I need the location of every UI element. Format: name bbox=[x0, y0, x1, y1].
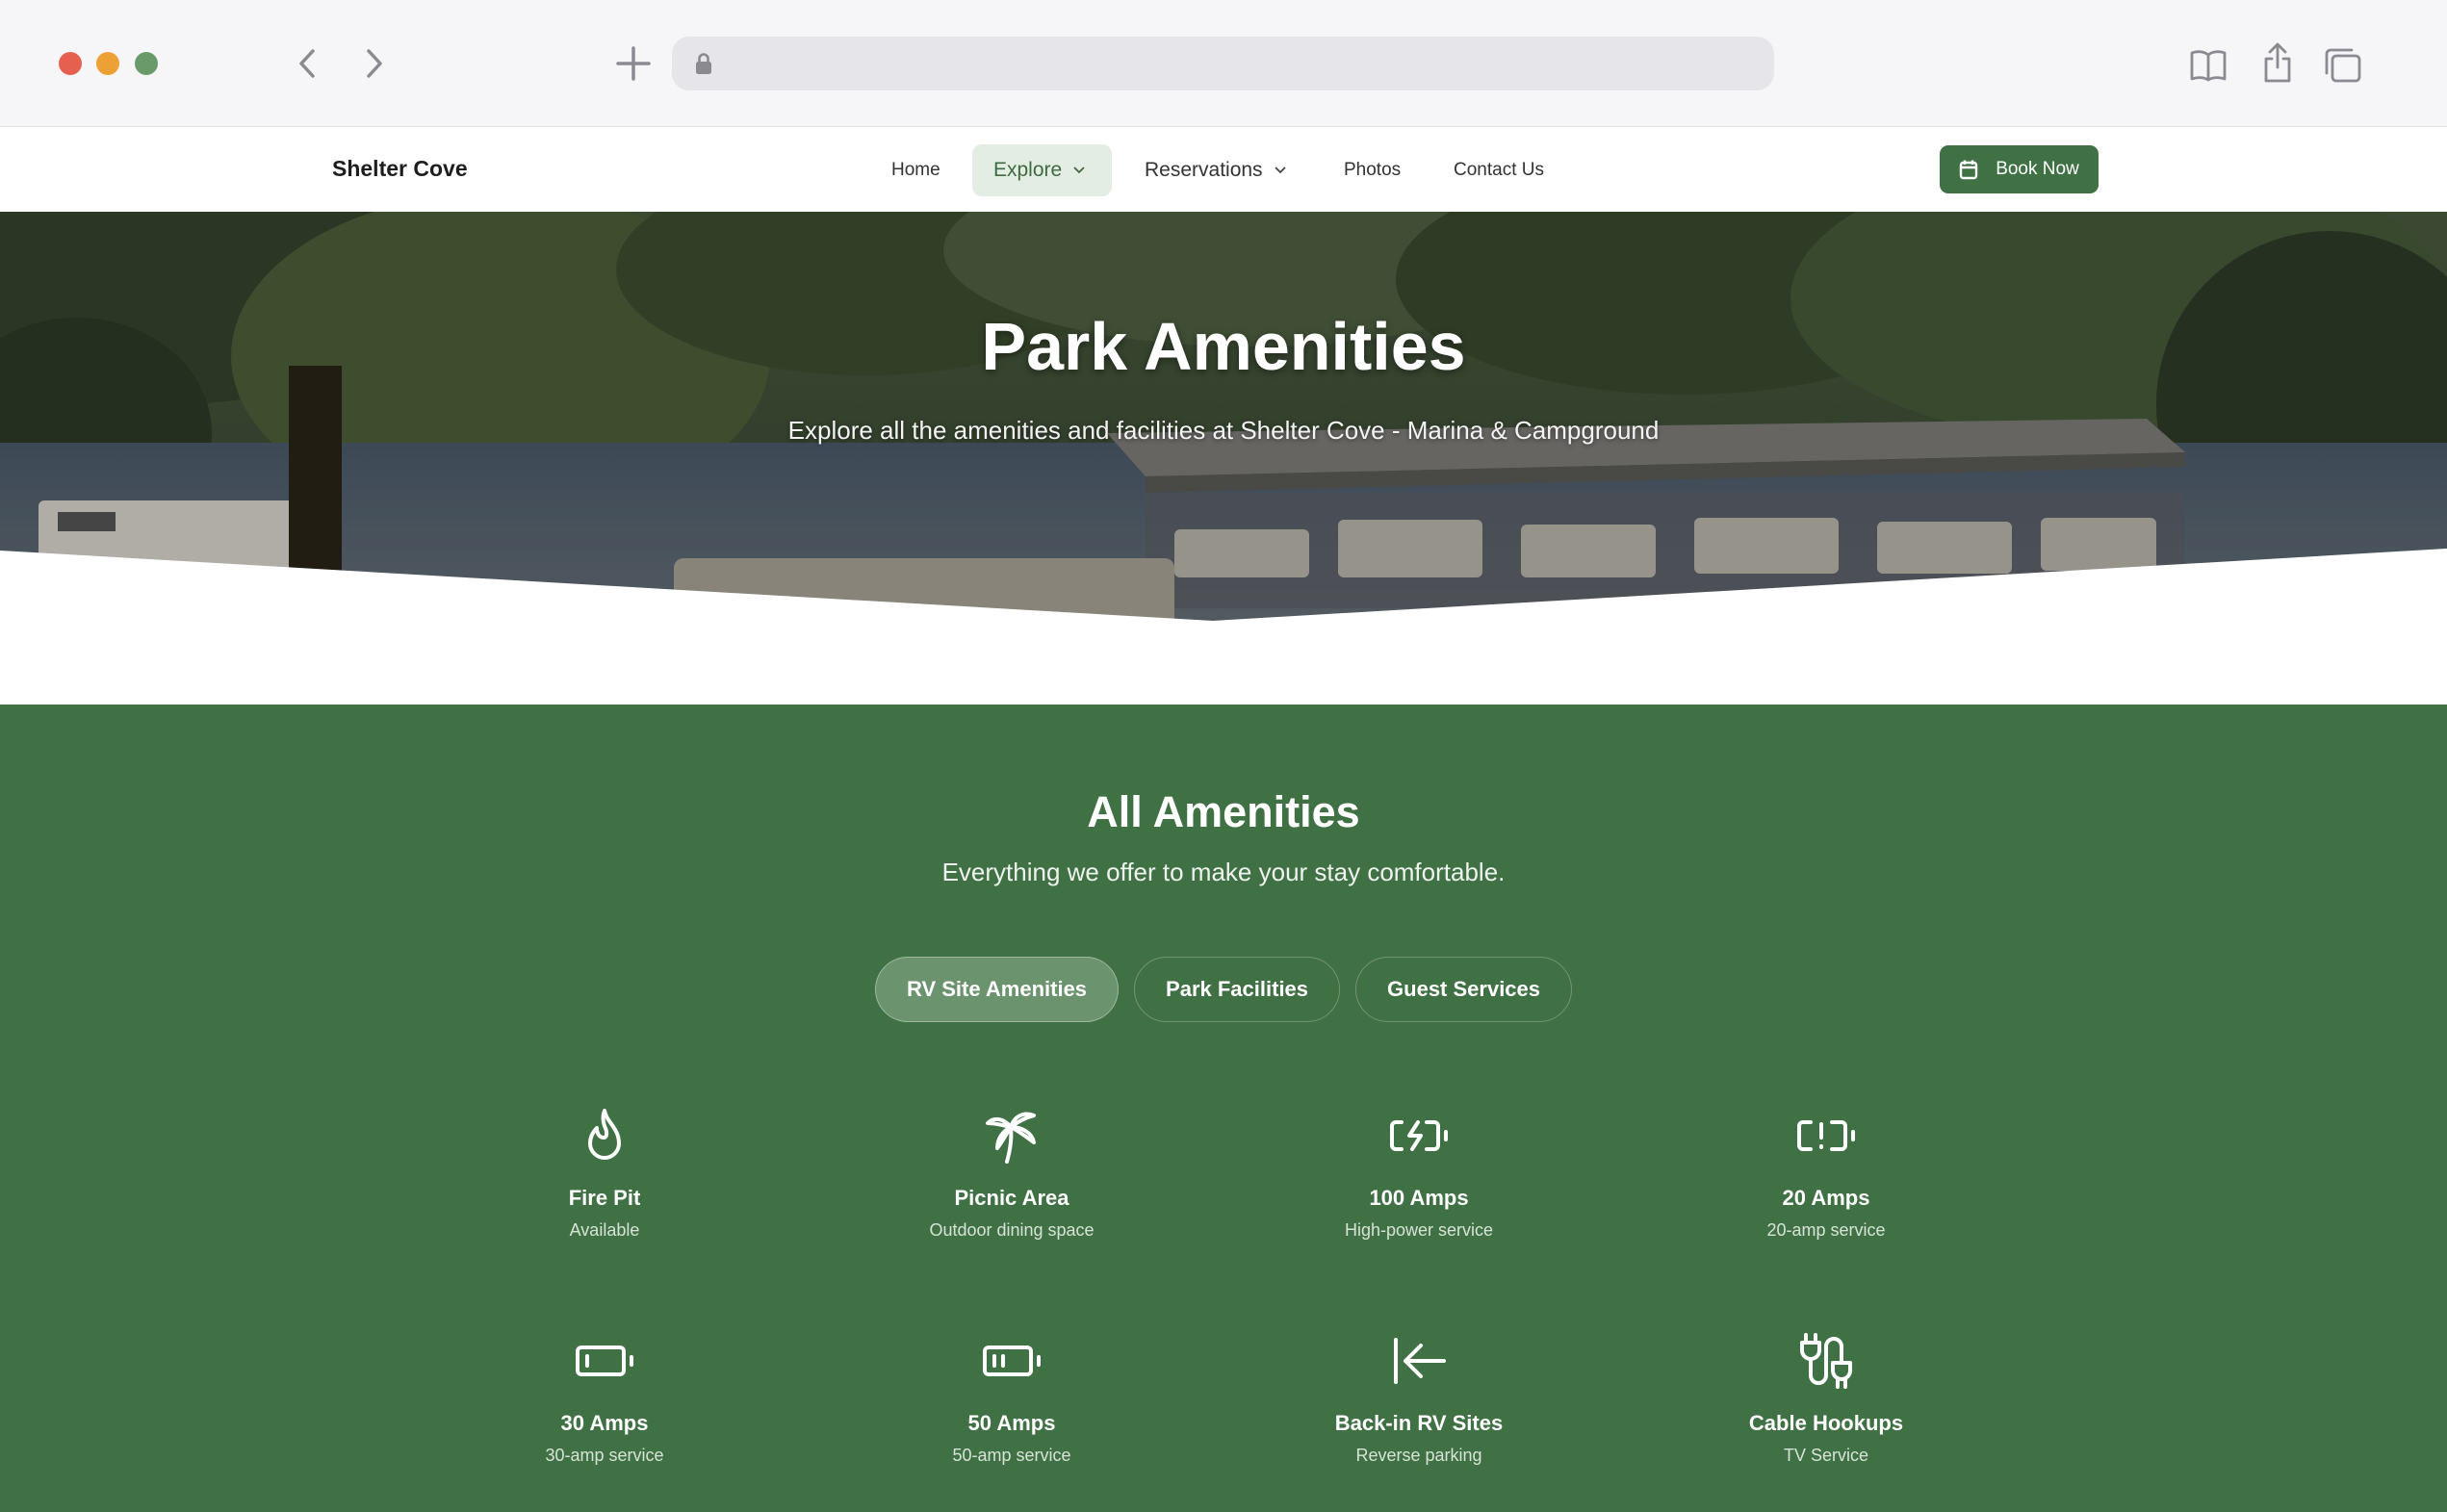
amenity-card: 20 Amps 20-amp service bbox=[1682, 1105, 1970, 1241]
amenity-card: 100 Amps High-power service bbox=[1275, 1105, 1563, 1241]
amenity-name: 100 Amps bbox=[1369, 1186, 1469, 1210]
amenity-card: 50 Amps 50-amp service bbox=[867, 1330, 1156, 1466]
section-subtitle: Everything we offer to make your stay co… bbox=[941, 858, 1506, 886]
nav-contact-label: Contact Us bbox=[1454, 160, 1544, 180]
chevron-left-icon bbox=[299, 49, 315, 78]
amenity-tabs: RV Site Amenities Park Facilities Guest … bbox=[0, 957, 2447, 1022]
nav-contact[interactable]: Contact Us bbox=[1432, 144, 1565, 196]
amenity-name: Cable Hookups bbox=[1748, 1411, 1904, 1435]
share-button[interactable] bbox=[2256, 38, 2299, 87]
close-window-button[interactable] bbox=[59, 52, 82, 75]
palm-tree-icon bbox=[986, 1112, 1036, 1164]
amenity-name: Fire Pit bbox=[568, 1186, 641, 1210]
amenity-name: 20 Amps bbox=[1782, 1186, 1870, 1210]
nav-home[interactable]: Home bbox=[870, 144, 962, 196]
amenities-section: All Amenities Everything we offer to mak… bbox=[0, 705, 2447, 1512]
section-title: All Amenities bbox=[1087, 787, 1360, 836]
amenity-card: Picnic Area Outdoor dining space bbox=[867, 1105, 1156, 1241]
chevron-down-icon bbox=[1274, 167, 1286, 174]
new-tab-button[interactable] bbox=[614, 44, 653, 83]
amenity-desc: 30-amp service bbox=[545, 1446, 664, 1465]
amenity-desc: Outdoor dining space bbox=[929, 1220, 1095, 1240]
tab-park-facilities[interactable]: Park Facilities bbox=[1134, 957, 1341, 1022]
hero-banner: Park Amenities Explore all the amenities… bbox=[0, 212, 2447, 705]
amenity-desc: 20-amp service bbox=[1766, 1220, 1886, 1240]
chevron-right-icon bbox=[367, 49, 382, 78]
back-button[interactable] bbox=[289, 44, 327, 83]
battery-low-icon bbox=[576, 1345, 633, 1376]
nav-photos-label: Photos bbox=[1344, 160, 1402, 180]
book-icon bbox=[2190, 50, 2227, 82]
share-icon bbox=[2264, 42, 2291, 83]
page-subtitle: Explore all the amenities and facilities… bbox=[787, 416, 1660, 445]
nav-reservations[interactable]: Reservations bbox=[1123, 144, 1307, 196]
tab-guest-services[interactable]: Guest Services bbox=[1355, 957, 1573, 1022]
book-now-label: Book Now bbox=[1996, 159, 2079, 179]
reader-button[interactable] bbox=[2187, 44, 2229, 87]
amenity-desc: 50-amp service bbox=[952, 1446, 1071, 1465]
tabs-icon bbox=[2325, 48, 2361, 83]
tab-rv-site-amenities[interactable]: RV Site Amenities bbox=[874, 957, 1120, 1022]
site-navbar: Shelter Cove Home Explore Reservations P… bbox=[0, 127, 2447, 212]
nav-reservations-label: Reservations bbox=[1145, 159, 1263, 181]
amenity-desc: TV Service bbox=[1783, 1446, 1869, 1465]
arrow-left-to-line-icon bbox=[1394, 1338, 1446, 1384]
flame-icon bbox=[588, 1109, 621, 1160]
forward-button[interactable] bbox=[354, 44, 393, 83]
chevron-down-icon bbox=[1073, 167, 1085, 174]
cable-icon bbox=[1800, 1333, 1852, 1389]
amenity-name: Picnic Area bbox=[954, 1186, 1069, 1210]
amenity-card: 30 Amps 30-amp service bbox=[460, 1330, 749, 1466]
amenity-name: 30 Amps bbox=[560, 1411, 649, 1435]
amenity-card: Back-in RV Sites Reverse parking bbox=[1275, 1330, 1563, 1466]
amenity-name: Back-in RV Sites bbox=[1334, 1411, 1504, 1435]
amenity-desc: High-power service bbox=[1344, 1220, 1494, 1240]
browser-chrome bbox=[0, 0, 2447, 127]
amenity-desc: Available bbox=[569, 1220, 640, 1240]
nav-photos[interactable]: Photos bbox=[1323, 144, 1422, 196]
brand-logo-text[interactable]: Shelter Cove bbox=[332, 156, 468, 182]
battery-medium-icon bbox=[983, 1345, 1041, 1376]
page-title: Park Amenities bbox=[981, 309, 1466, 384]
amenity-name: 50 Amps bbox=[967, 1411, 1056, 1435]
battery-warning-icon bbox=[1797, 1120, 1855, 1151]
amenity-card: Fire Pit Available bbox=[460, 1105, 749, 1241]
book-now-button[interactable]: Book Now bbox=[1940, 145, 2099, 193]
tabs-overview-button[interactable] bbox=[2320, 44, 2366, 87]
minimize-window-button[interactable] bbox=[96, 52, 119, 75]
maximize-window-button[interactable] bbox=[135, 52, 158, 75]
nav-explore[interactable]: Explore bbox=[972, 144, 1112, 196]
address-bar[interactable] bbox=[672, 37, 1774, 90]
amenity-desc: Reverse parking bbox=[1355, 1446, 1482, 1465]
nav-explore-label: Explore bbox=[993, 159, 1063, 181]
hero-background-image bbox=[0, 212, 2447, 705]
plus-icon bbox=[616, 46, 651, 81]
calendar-icon bbox=[1959, 160, 1978, 180]
lock-icon bbox=[695, 52, 712, 80]
nav-home-label: Home bbox=[891, 160, 940, 180]
battery-charging-icon bbox=[1390, 1120, 1448, 1151]
amenity-card: Cable Hookups TV Service bbox=[1682, 1330, 1970, 1466]
